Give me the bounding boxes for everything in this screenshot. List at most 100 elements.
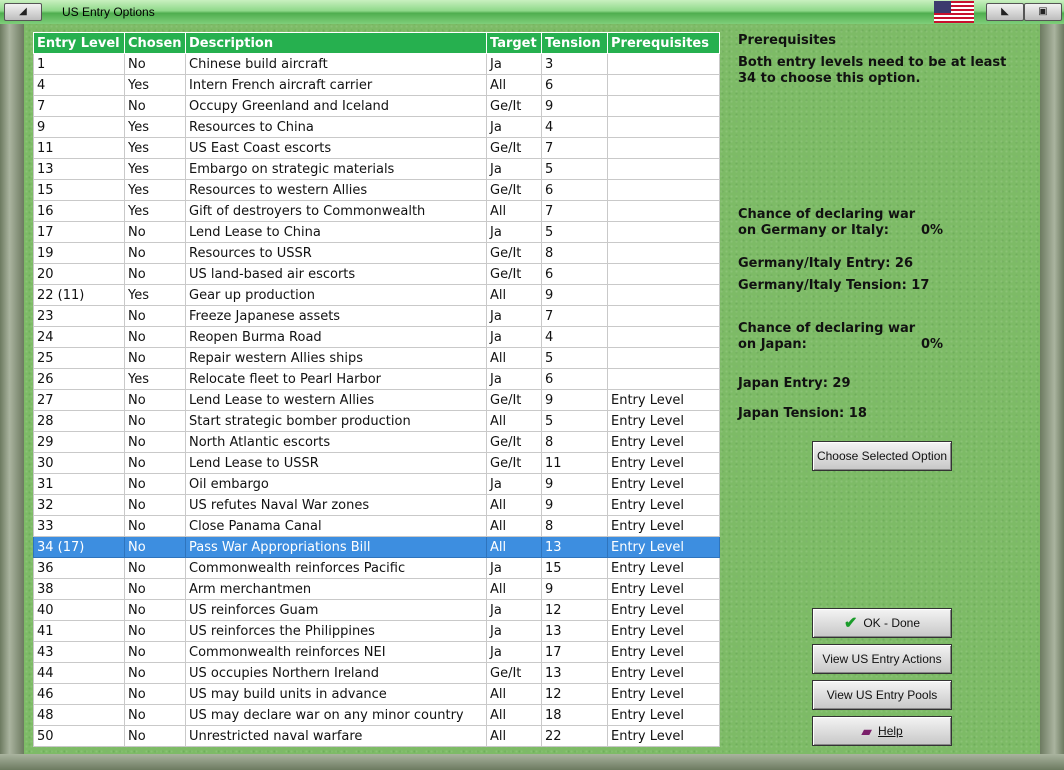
- cell-description: Embargo on strategic materials: [185, 158, 487, 180]
- cell-prerequisites: [607, 242, 720, 264]
- cell-target: Ge/It: [486, 242, 542, 264]
- window-menu-button[interactable]: ◢: [4, 3, 42, 21]
- table-row[interactable]: 20 No US land-based air escorts Ge/It 6: [33, 263, 720, 285]
- table-row[interactable]: 11 Yes US East Coast escorts Ge/It 7: [33, 137, 720, 159]
- cell-target: Ja: [486, 599, 542, 621]
- cell-target: All: [486, 347, 542, 369]
- cell-tension: 12: [541, 599, 608, 621]
- cell-description: US occupies Northern Ireland: [185, 662, 487, 684]
- cell-target: Ge/It: [486, 95, 542, 117]
- table-row[interactable]: 27 No Lend Lease to western Allies Ge/It 9 En…: [33, 389, 720, 411]
- cell-prerequisites: [607, 263, 720, 285]
- view-us-entry-pools-label: View US Entry Pools: [826, 688, 938, 702]
- cell-description: Pass War Appropriations Bill: [185, 536, 487, 558]
- table-row[interactable]: 16 Yes Gift of destroyers to Commonwealth A…: [33, 200, 720, 222]
- cell-target: All: [486, 200, 542, 222]
- ok-done-label: OK - Done: [863, 616, 921, 630]
- cell-chosen: No: [124, 536, 186, 558]
- table-row[interactable]: 17 No Lend Lease to China Ja 5: [33, 221, 720, 243]
- table-row[interactable]: 48 No US may declare war on any minor coun…: [33, 704, 720, 726]
- table-row[interactable]: 30 No Lend Lease to USSR Ge/It 11 Entry Level: [33, 452, 720, 474]
- table-row[interactable]: 50 No Unrestricted naval warfare All 22 Entry…: [33, 725, 720, 747]
- cell-description: Resources to western Allies: [185, 179, 487, 201]
- cell-prerequisites: [607, 53, 720, 75]
- view-us-entry-actions-button[interactable]: View US Entry Actions: [812, 644, 952, 674]
- ja-chance-line-2: on Japan:: [738, 337, 807, 352]
- table-row[interactable]: 29 No North Atlantic escorts Ge/It 8 Entry Le…: [33, 431, 720, 453]
- cell-prerequisites: [607, 347, 720, 369]
- cell-prerequisites: Entry Level: [607, 431, 720, 453]
- cell-chosen: No: [124, 305, 186, 327]
- cell-tension: 8: [541, 515, 608, 537]
- ge-chance-line-1: Chance of declaring war: [738, 207, 916, 222]
- table-row[interactable]: 22 (11) Yes Gear up production All 9: [33, 284, 720, 306]
- cell-prerequisites: Entry Level: [607, 515, 720, 537]
- cell-tension: 9: [541, 578, 608, 600]
- view-us-entry-pools-button[interactable]: View US Entry Pools: [812, 680, 952, 710]
- table-row[interactable]: 26 Yes Relocate fleet to Pearl Harbor Ja 6: [33, 368, 720, 390]
- cell-chosen: Yes: [124, 137, 186, 159]
- col-prerequisites[interactable]: Prerequisites: [607, 32, 720, 54]
- table-row[interactable]: 34 (17) No Pass War Appropriations Bill All…: [33, 536, 720, 558]
- cell-target: Ja: [486, 641, 542, 663]
- cell-description: Gift of destroyers to Commonwealth: [185, 200, 487, 222]
- cell-tension: 8: [541, 431, 608, 453]
- table-row[interactable]: 23 No Freeze Japanese assets Ja 7: [33, 305, 720, 327]
- table-row[interactable]: 32 No US refutes Naval War zones All 9 Entry …: [33, 494, 720, 516]
- table-row[interactable]: 36 No Commonwealth reinforces Pacific Ja 15 E…: [33, 557, 720, 579]
- cell-tension: 4: [541, 116, 608, 138]
- cell-description: Lend Lease to USSR: [185, 452, 487, 474]
- table-row[interactable]: 43 No Commonwealth reinforces NEI Ja 17 Entry…: [33, 641, 720, 663]
- cell-entry-level: 41: [33, 620, 125, 642]
- table-row[interactable]: 7 No Occupy Greenland and Iceland Ge/It 9: [33, 95, 720, 117]
- cell-target: All: [486, 683, 542, 705]
- cell-tension: 7: [541, 200, 608, 222]
- cell-entry-level: 43: [33, 641, 125, 663]
- table-row[interactable]: 40 No US reinforces Guam Ja 12 Entry Level: [33, 599, 720, 621]
- table-row[interactable]: 38 No Arm merchantmen All 9 Entry Level: [33, 578, 720, 600]
- table-row[interactable]: 41 No US reinforces the Philippines Ja 13 Ent…: [33, 620, 720, 642]
- table-row[interactable]: 9 Yes Resources to China Ja 4: [33, 116, 720, 138]
- cell-description: US reinforces the Philippines: [185, 620, 487, 642]
- col-description[interactable]: Description: [185, 32, 487, 54]
- cell-chosen: No: [124, 725, 186, 747]
- choose-selected-option-button[interactable]: Choose Selected Option: [812, 441, 952, 471]
- title-bar[interactable]: ◢ US Entry Options ◣ ▣: [0, 0, 1064, 25]
- cell-description: Relocate fleet to Pearl Harbor: [185, 368, 487, 390]
- cell-chosen: Yes: [124, 200, 186, 222]
- table-row[interactable]: 46 No US may build units in advance All 12 En…: [33, 683, 720, 705]
- ok-done-button[interactable]: ✔ OK - Done: [812, 608, 952, 638]
- table-row[interactable]: 31 No Oil embargo Ja 9 Entry Level: [33, 473, 720, 495]
- help-button[interactable]: ▰ Help: [812, 716, 952, 746]
- col-target[interactable]: Target: [486, 32, 542, 54]
- cell-description: US may declare war on any minor country: [185, 704, 487, 726]
- table-row[interactable]: 44 No US occupies Northern Ireland Ge/It 13 E…: [33, 662, 720, 684]
- cell-target: All: [486, 494, 542, 516]
- cell-prerequisites: [607, 158, 720, 180]
- table-row[interactable]: 19 No Resources to USSR Ge/It 8: [33, 242, 720, 264]
- restore-button[interactable]: ◣: [986, 3, 1024, 21]
- cell-target: All: [486, 704, 542, 726]
- col-chosen[interactable]: Chosen: [124, 32, 186, 54]
- table-row[interactable]: 25 No Repair western Allies ships All 5: [33, 347, 720, 369]
- cell-description: Start strategic bomber production: [185, 410, 487, 432]
- close-button[interactable]: ▣: [1024, 3, 1062, 21]
- table-row[interactable]: 24 No Reopen Burma Road Ja 4: [33, 326, 720, 348]
- table-row[interactable]: 28 No Start strategic bomber production All…: [33, 410, 720, 432]
- col-tension[interactable]: Tension: [541, 32, 608, 54]
- table-row[interactable]: 1 No Chinese build aircraft Ja 3: [33, 53, 720, 75]
- cell-chosen: No: [124, 95, 186, 117]
- cell-tension: 5: [541, 221, 608, 243]
- table-row[interactable]: 33 No Close Panama Canal All 8 Entry Level: [33, 515, 720, 537]
- table-row[interactable]: 15 Yes Resources to western Allies Ge/It 6: [33, 179, 720, 201]
- right-border: [1040, 24, 1064, 754]
- cell-target: Ge/It: [486, 263, 542, 285]
- prerequisites-line-1: Both entry levels need to be at least: [738, 55, 1007, 70]
- ja-chance-line-1: Chance of declaring war: [738, 321, 916, 336]
- cell-entry-level: 44: [33, 662, 125, 684]
- col-entry-level[interactable]: Entry Level: [33, 32, 125, 54]
- table-row[interactable]: 4 Yes Intern French aircraft carrier All 6: [33, 74, 720, 96]
- table-row[interactable]: 13 Yes Embargo on strategic materials Ja 5: [33, 158, 720, 180]
- cell-prerequisites: Entry Level: [607, 536, 720, 558]
- cell-prerequisites: Entry Level: [607, 494, 720, 516]
